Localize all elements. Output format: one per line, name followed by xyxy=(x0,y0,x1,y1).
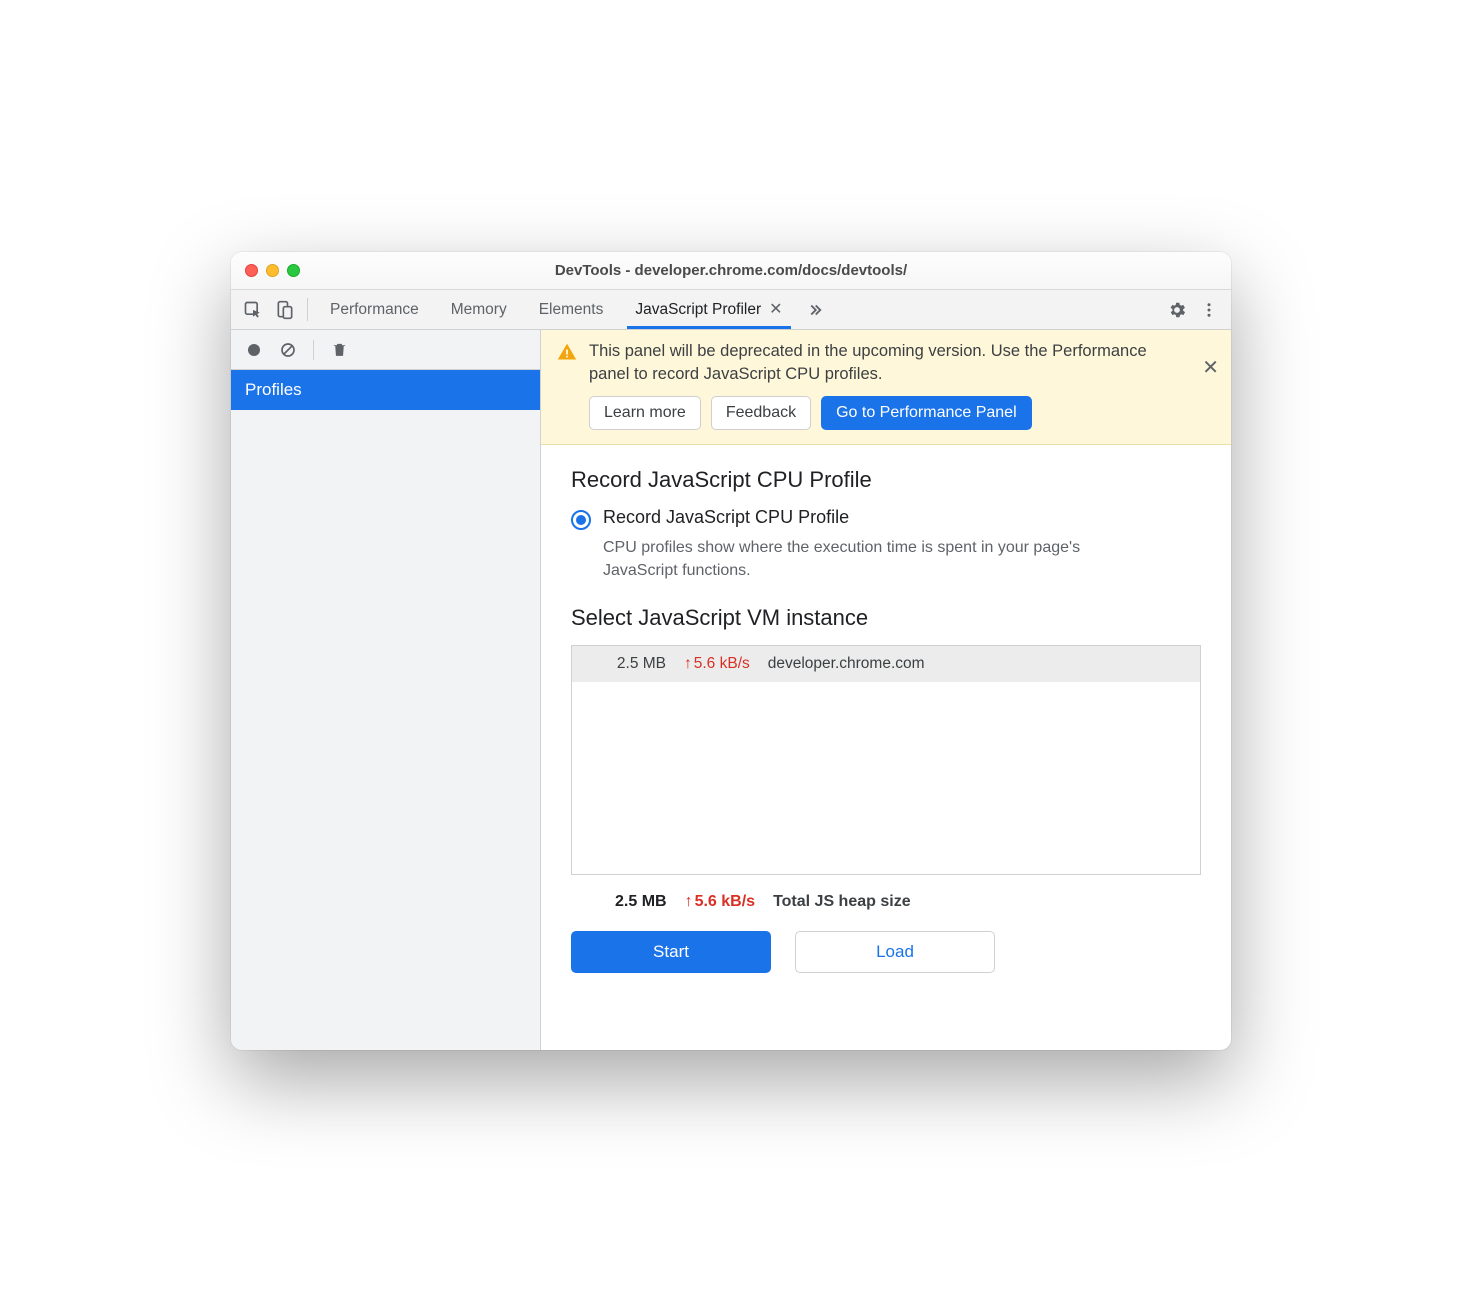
radio-selected-icon xyxy=(571,510,591,530)
zoom-window-button[interactable] xyxy=(287,264,300,277)
clear-icon[interactable] xyxy=(273,335,303,365)
warning-icon xyxy=(557,340,577,430)
up-arrow-icon: ↑ xyxy=(684,655,692,673)
sidebar-item-label: Profiles xyxy=(245,380,302,400)
tab-label: Memory xyxy=(451,301,507,319)
record-icon[interactable] xyxy=(239,335,269,365)
start-button[interactable]: Start xyxy=(571,931,771,973)
vm-heading: Select JavaScript VM instance xyxy=(571,605,1201,631)
close-tab-icon[interactable]: ✕ xyxy=(769,302,782,318)
settings-icon[interactable] xyxy=(1161,300,1193,320)
device-toolbar-icon[interactable] xyxy=(269,290,301,329)
window-controls xyxy=(231,264,300,277)
profile-type-option[interactable]: Record JavaScript CPU Profile xyxy=(571,507,1201,530)
profile-option-label: Record JavaScript CPU Profile xyxy=(603,507,849,528)
profiles-sidebar: Profiles xyxy=(231,330,541,1050)
tab-performance[interactable]: Performance xyxy=(314,290,435,329)
vm-heap-size: 2.5 MB xyxy=(586,655,666,673)
devtools-window: DevTools - developer.chrome.com/docs/dev… xyxy=(231,252,1231,1050)
vm-rate-value: 5.6 kB/s xyxy=(694,655,750,673)
total-label: Total JS heap size xyxy=(773,893,911,911)
kebab-menu-icon[interactable] xyxy=(1193,301,1225,319)
vm-rate: ↑ 5.6 kB/s xyxy=(684,655,750,673)
sidebar-item-profiles[interactable]: Profiles xyxy=(231,370,540,410)
load-button[interactable]: Load xyxy=(795,931,995,973)
record-heading: Record JavaScript CPU Profile xyxy=(571,467,1201,493)
tab-label: Elements xyxy=(539,301,604,319)
titlebar: DevTools - developer.chrome.com/docs/dev… xyxy=(231,252,1231,290)
tab-label: JavaScript Profiler xyxy=(635,301,761,319)
main-panel: This panel will be deprecated in the upc… xyxy=(541,330,1231,1050)
vm-instance-list: 2.5 MB ↑ 5.6 kB/s developer.chrome.com xyxy=(571,645,1201,875)
delete-icon[interactable] xyxy=(324,335,354,365)
deprecation-banner: This panel will be deprecated in the upc… xyxy=(541,330,1231,445)
dismiss-banner-icon[interactable]: ✕ xyxy=(1202,358,1219,378)
sidebar-toolbar xyxy=(231,330,540,370)
vm-instance-row[interactable]: 2.5 MB ↑ 5.6 kB/s developer.chrome.com xyxy=(572,646,1200,682)
divider xyxy=(307,298,308,321)
tab-elements[interactable]: Elements xyxy=(523,290,620,329)
total-size: 2.5 MB xyxy=(615,893,667,911)
minimize-window-button[interactable] xyxy=(266,264,279,277)
feedback-button[interactable]: Feedback xyxy=(711,396,811,430)
profile-option-description: CPU profiles show where the execution ti… xyxy=(603,536,1143,582)
up-arrow-icon: ↑ xyxy=(685,893,693,911)
window-title: DevTools - developer.chrome.com/docs/dev… xyxy=(231,262,1231,279)
vm-totals: 2.5 MB ↑ 5.6 kB/s Total JS heap size xyxy=(571,875,1201,911)
inspect-element-icon[interactable] xyxy=(237,290,269,329)
more-tabs-icon[interactable] xyxy=(799,290,831,329)
total-rate-value: 5.6 kB/s xyxy=(695,893,755,911)
learn-more-button[interactable]: Learn more xyxy=(589,396,701,430)
panel-tabs: Performance Memory Elements JavaScript P… xyxy=(314,290,1148,329)
tab-memory[interactable]: Memory xyxy=(435,290,523,329)
banner-text: This panel will be deprecated in the upc… xyxy=(589,340,1187,386)
tab-javascript-profiler[interactable]: JavaScript Profiler ✕ xyxy=(619,290,798,329)
action-buttons: Start Load xyxy=(541,911,1231,973)
divider xyxy=(313,340,314,360)
tab-label: Performance xyxy=(330,301,419,319)
devtools-tabstrip: Performance Memory Elements JavaScript P… xyxy=(231,290,1231,330)
total-rate: ↑ 5.6 kB/s xyxy=(685,893,755,911)
vm-host: developer.chrome.com xyxy=(768,655,925,673)
goto-performance-button[interactable]: Go to Performance Panel xyxy=(821,396,1032,430)
close-window-button[interactable] xyxy=(245,264,258,277)
